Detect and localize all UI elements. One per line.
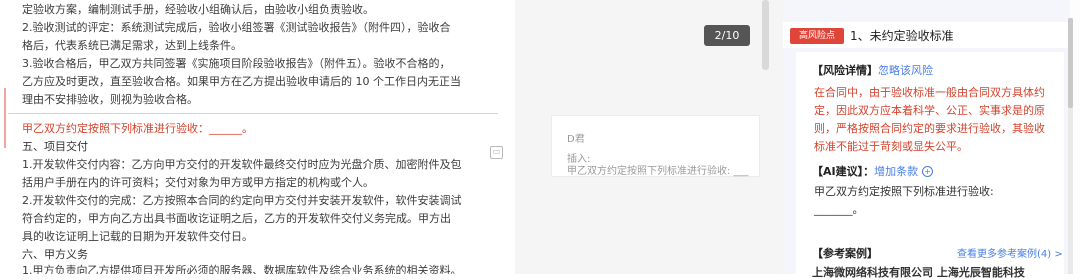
ai-suggestion-label: 【AI建议】： <box>812 165 875 178</box>
risk-title: 1、未约定验收标准 <box>850 29 954 43</box>
comment-icon[interactable]: ▭ <box>490 146 503 159</box>
reference-label: 【参考案例】 <box>812 247 878 260</box>
risk-panel-scrollbar[interactable] <box>1068 18 1073 274</box>
doc-line: 定验收方案，编制测试手册，经验收小组确认后，由验收小组负责验收。 <box>22 3 374 16</box>
doc-line: 理由不安排验收，则视为验收合格。 <box>22 93 198 106</box>
risk-detail-text: 定，因此双方应本着科学、公正、实事求是的原 <box>814 104 1045 117</box>
doc-line: 括用户手册在内的许可资料；交付对象为甲方或甲方指定的机构或个人。 <box>22 176 374 189</box>
doc-line: 2.开发软件交付的完成：乙方按照本合同的约定向甲方交付并安装开发软件，软件安装调… <box>22 194 462 207</box>
ai-suggestion-section: 【AI建议】：增加条款 + <box>812 163 934 179</box>
ignore-risk-link[interactable]: 忽略该风险 <box>878 64 933 77</box>
doc-scrollbar[interactable] <box>762 0 769 70</box>
risk-level-badge: 高风险点 <box>790 28 844 44</box>
add-clause-icon[interactable]: + <box>922 166 934 177</box>
doc-line: 3.验收合格后，甲乙双方共同签署《实施项目阶段验收报告》（附件五）。验收不合格的… <box>22 57 451 70</box>
page-indicator: 2/10 <box>704 25 750 46</box>
risk-detail-text: 则，严格按照合同约定的要求进行验收，其验收 <box>814 122 1045 135</box>
doc-line: 1.开发软件交付内容：乙方向甲方交付的开发软件最终交付时应为光盘介质、加密附件及… <box>22 158 462 171</box>
add-clause-link[interactable]: 增加条款 <box>874 165 918 178</box>
ai-suggestion-text: _______。 <box>814 203 864 216</box>
revision-comment-card[interactable]: D君 插入: 甲乙双方约定按照下列标准进行验收: ___ <box>551 115 760 177</box>
document-pane: 定验收方案，编制测试手册，经验收小组确认后，由验收小组负责验收。 2.验收测试的… <box>0 0 515 274</box>
reference-case-partial[interactable]: 上海微网络科技有限公司 上海光辰智能科技 <box>812 264 1062 280</box>
risk-detail-text: 标准不能过于苛刻或显失公平。 <box>814 140 968 153</box>
scrollbar-thumb[interactable] <box>1068 18 1073 108</box>
comment-author: D君 <box>567 134 585 145</box>
risk-detail-text: 在合同中，由于验收标准一般由合同双方具体约 <box>814 86 1045 99</box>
comment-content: 甲乙双方约定按照下列标准进行验收: ___ <box>567 166 749 177</box>
doc-line: 1.甲方负责向乙方提供项目开发所必须的服务器、数据库软件及综合业务系统的相关资料… <box>22 264 462 274</box>
section-heading: 六、甲方义务 <box>22 248 88 261</box>
doc-line: 2.验收测试的评定：系统测试完成后，验收小组签署《测试验收报告》（附件四），验收… <box>22 21 451 34</box>
more-references-link[interactable]: 查看更多参考案例(4) > <box>957 245 1063 260</box>
doc-line: 乙方应及时更改，直至验收合格。如果甲方在乙方提出验收申请后的 10 个工作日内无… <box>22 75 461 88</box>
inserted-clause[interactable]: 甲乙双方约定按照下列标准进行验收：______。 <box>22 122 253 136</box>
risk-detail-section: 【风险详情】忽略该风险 <box>812 62 933 78</box>
ai-suggestion-text: 甲乙双方约定按照下列标准进行验收: <box>814 185 994 198</box>
revision-bar <box>4 88 6 148</box>
risk-detail-label: 【风险详情】 <box>812 64 878 77</box>
section-heading: 五、项目交付 <box>22 140 88 153</box>
doc-line: 具的收讫证明上记载的日期为开发软件交付日。 <box>22 230 253 243</box>
doc-line: 符合约定的，甲方向乙方出具书面收讫证明之后，乙方的开发软件交付义务完成。甲方出 <box>22 212 451 225</box>
doc-line: 格后，代表系统已满足需求，达到上线条件。 <box>22 39 242 52</box>
revision-underline <box>8 113 498 114</box>
